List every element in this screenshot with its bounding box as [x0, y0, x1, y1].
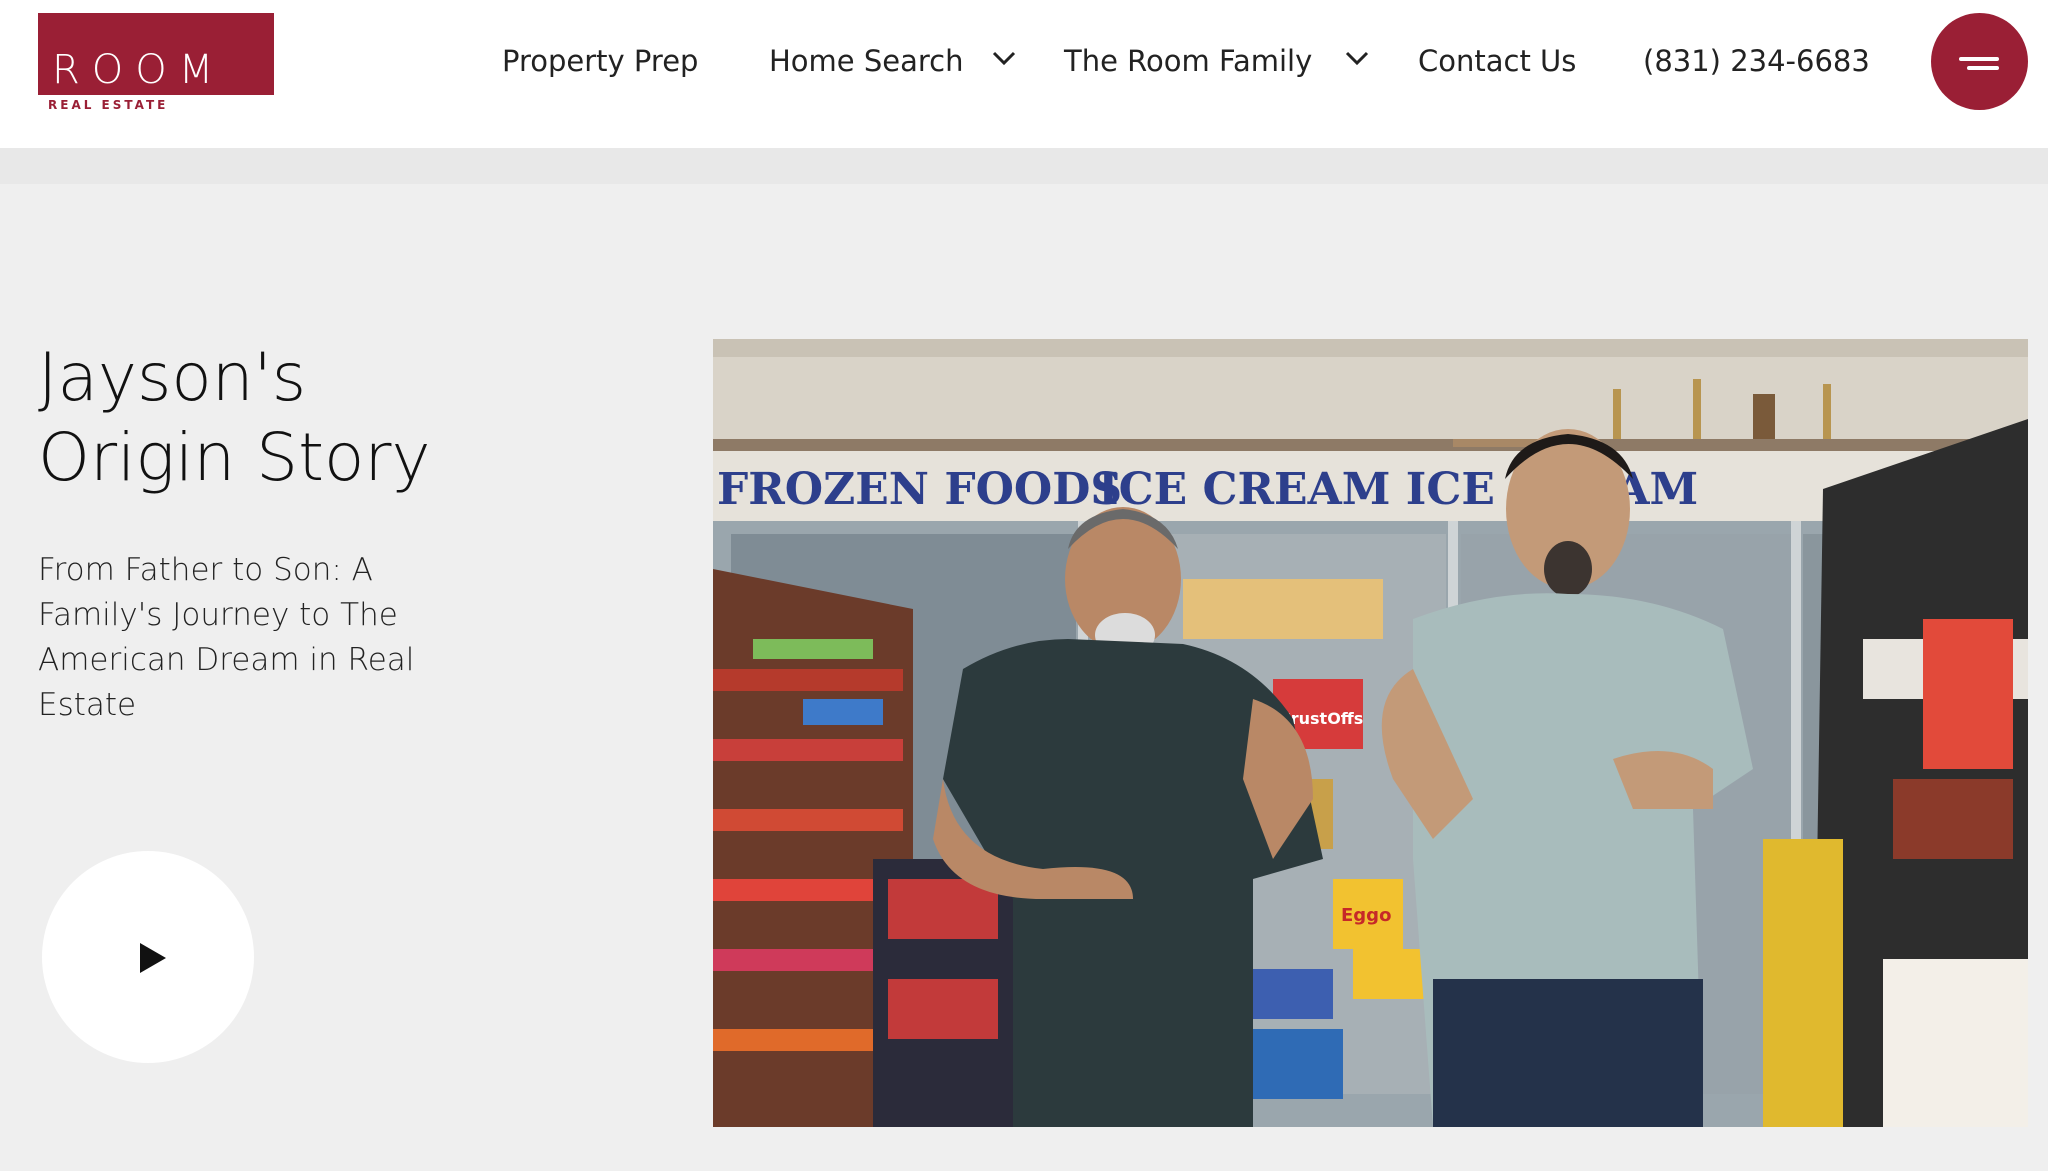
store-scene-image: FROZEN FOODS ICE CREAM ICE CREAM CrustOf… [713, 339, 2028, 1127]
nav-home-search[interactable]: Home Search [769, 44, 964, 78]
play-button[interactable] [42, 851, 254, 1063]
nav-contact-us[interactable]: Contact Us [1418, 44, 1576, 78]
chevron-down-icon[interactable] [1345, 50, 1369, 66]
nav-the-room-family[interactable]: The Room Family [1064, 44, 1312, 78]
chevron-down-icon[interactable] [992, 50, 1016, 66]
page-title: Jayson's Origin Story [38, 338, 598, 498]
header-shadow-band [0, 148, 2048, 184]
title-line-1: Jayson's [38, 339, 307, 416]
eggo-label: Eggo [1341, 905, 1391, 926]
page-subtitle: From Father to Son: A Family's Journey t… [38, 552, 415, 723]
menu-icon [1959, 57, 1999, 61]
menu-button[interactable] [1931, 13, 2028, 110]
video-poster[interactable]: FROZEN FOODS ICE CREAM ICE CREAM CrustOf… [713, 339, 2028, 1127]
phone-link[interactable]: (831) 234-6683 [1643, 44, 1870, 78]
logo-subtitle: REAL ESTATE [48, 98, 169, 112]
logo[interactable]: ROOM [38, 13, 274, 95]
site-header: ROOM REAL ESTATE Property Prep Home Sear… [0, 0, 2048, 148]
play-icon [140, 943, 166, 973]
menu-icon-line [1967, 66, 1999, 70]
title-line-2: Origin Story [38, 419, 431, 496]
logo-wordmark: ROOM [52, 47, 226, 93]
sign-frozen-foods: FROZEN FOODS [717, 464, 1122, 515]
nav-property-prep[interactable]: Property Prep [502, 44, 698, 78]
